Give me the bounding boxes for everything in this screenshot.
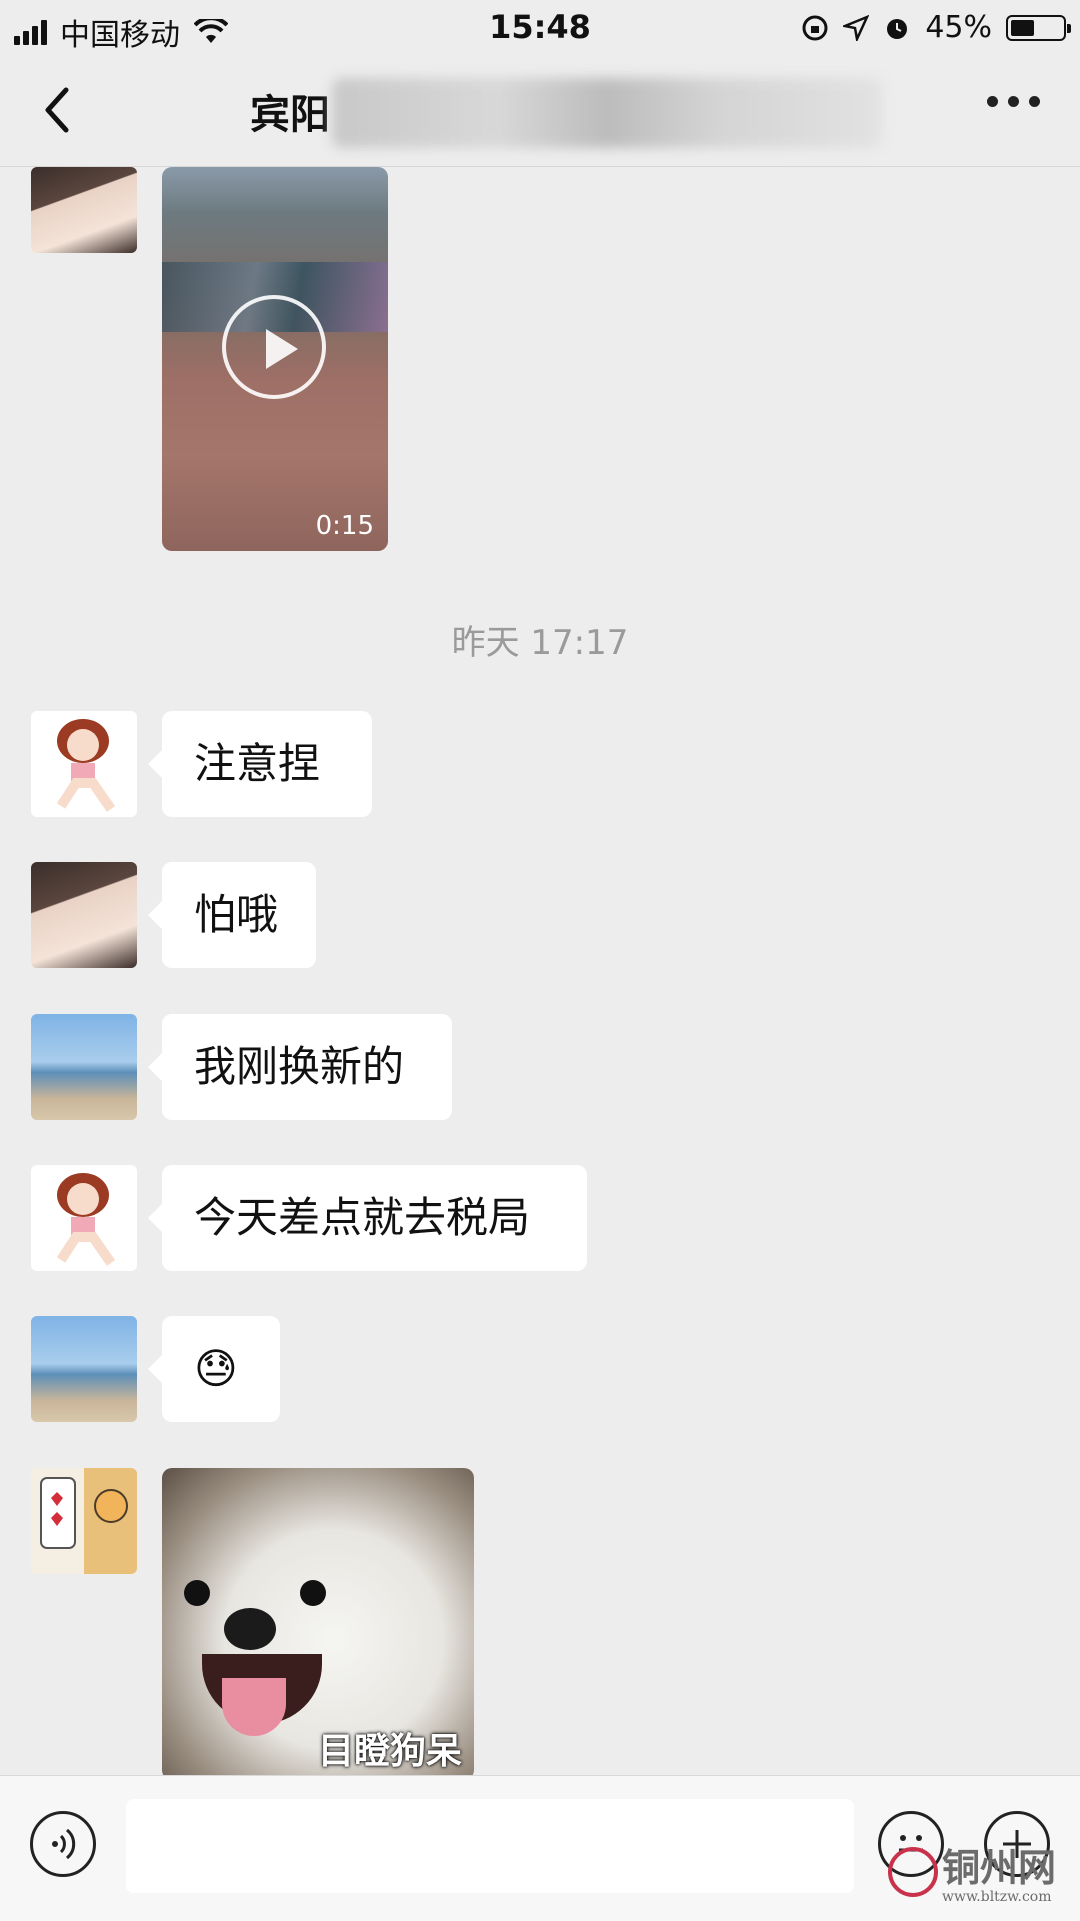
message-bubble[interactable]: 今天差点就去税局	[148, 1165, 587, 1271]
chat-title: 宾阳	[250, 92, 330, 138]
girl-photo-avatar[interactable]	[31, 167, 137, 253]
sticker-caption: 目瞪狗呆	[317, 1731, 462, 1772]
message-bubble[interactable]: 怕哦	[148, 862, 316, 968]
dog-eye	[300, 1580, 326, 1606]
cartoon-girl-avatar[interactable]	[31, 1165, 137, 1271]
sweat-emoji: 😓	[194, 1344, 238, 1393]
beach-avatar[interactable]	[31, 1014, 137, 1120]
plus-glyph	[1003, 1830, 1031, 1858]
play-triangle	[266, 329, 298, 369]
video-message[interactable]: 0:15	[162, 167, 388, 551]
message-text: 怕哦	[194, 890, 279, 939]
alarm-icon	[887, 18, 908, 39]
emoji-icon[interactable]	[878, 1811, 944, 1877]
hearts-drawing-icon	[40, 1477, 128, 1549]
voice-wave-icon	[52, 1828, 76, 1860]
rotation-lock-icon	[802, 15, 828, 40]
beach-avatar[interactable]	[31, 1316, 137, 1422]
message-bubble[interactable]: 我刚换新的	[148, 1014, 452, 1120]
smiley-icon	[899, 1835, 923, 1852]
cartoon-girl-icon	[56, 1173, 116, 1266]
message-input[interactable]	[126, 1799, 854, 1893]
blurred-title-region	[332, 78, 882, 148]
more-dot	[987, 96, 998, 107]
dog-eye	[184, 1580, 210, 1606]
more-dot	[1008, 96, 1019, 107]
cartoon-girl-icon	[56, 719, 116, 812]
message-bubble[interactable]: 注意捏	[148, 711, 372, 817]
message-text: 注意捏	[194, 739, 321, 788]
video-duration: 0:15	[315, 511, 374, 541]
more-options-button[interactable]	[987, 96, 1040, 107]
message-bubble[interactable]: 😓	[148, 1316, 280, 1422]
status-bar: 中国移动 15:48 45%	[0, 0, 1080, 56]
chat-messages: 0:15 昨天 17:17 注意捏 怕哦 我刚换新的 今天差点就去税局 😓 目瞪…	[0, 167, 1080, 1775]
battery-fill	[1011, 19, 1034, 36]
battery-percent: 45%	[925, 10, 992, 45]
more-dot	[1029, 96, 1040, 107]
location-icon	[843, 14, 870, 41]
drawing-avatar[interactable]	[31, 1468, 137, 1574]
back-icon[interactable]	[30, 80, 90, 140]
girl-photo-avatar[interactable]	[31, 862, 137, 968]
chat-timestamp: 昨天 17:17	[451, 623, 629, 663]
message-text: 我刚换新的	[194, 1042, 405, 1091]
dog-sticker[interactable]: 目瞪狗呆	[162, 1468, 474, 1775]
play-icon[interactable]	[222, 295, 326, 399]
dog-tongue	[222, 1678, 286, 1736]
plus-icon[interactable]	[984, 1811, 1050, 1877]
cartoon-girl-avatar[interactable]	[31, 711, 137, 817]
voice-icon[interactable]	[30, 1811, 96, 1877]
nav-bar: 宾阳	[0, 56, 1080, 167]
battery-icon	[1006, 14, 1071, 41]
status-right: 45%	[801, 10, 1071, 45]
input-bar	[0, 1775, 1080, 1921]
message-text: 今天差点就去税局	[194, 1193, 531, 1242]
dog-nose	[224, 1608, 276, 1650]
